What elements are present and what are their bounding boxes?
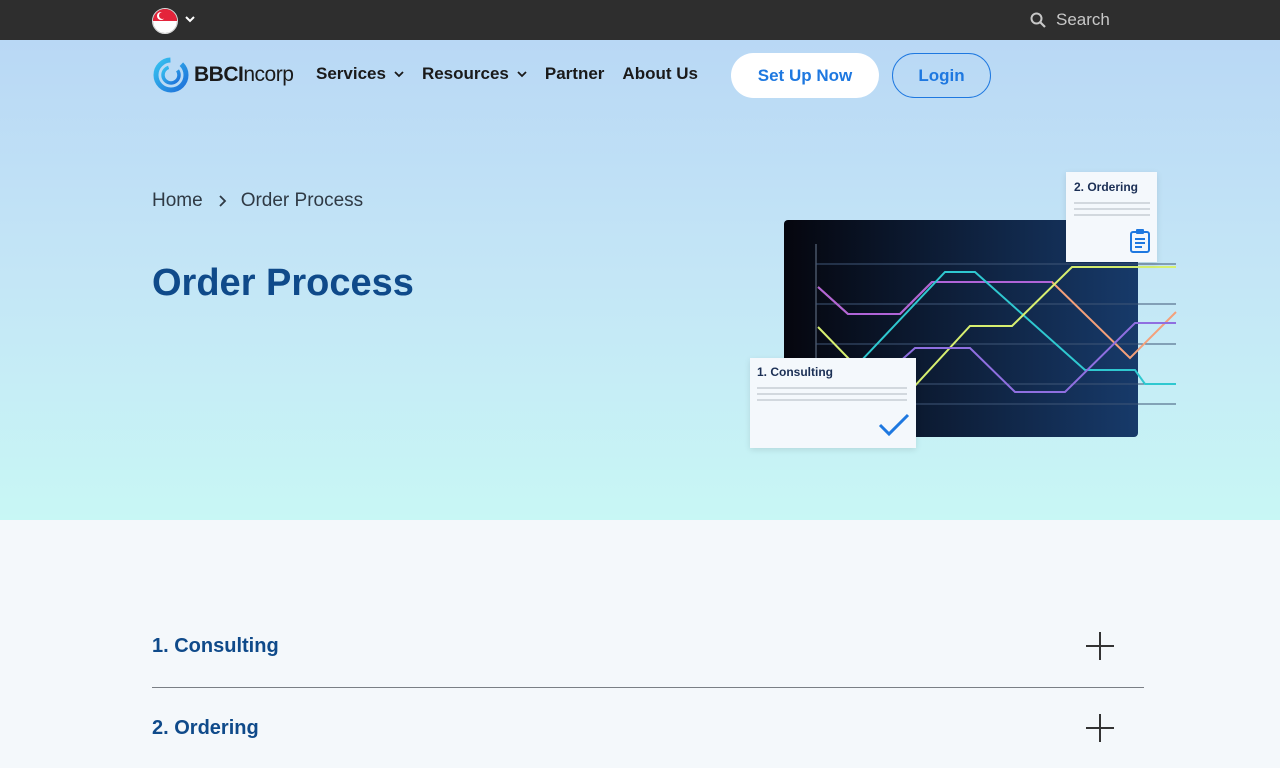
clipboard-icon: [1130, 229, 1150, 253]
accordion-item-consulting[interactable]: 1. Consulting: [152, 616, 1144, 676]
breadcrumb: Home Order Process: [152, 190, 363, 212]
chevron-down-icon: [517, 71, 527, 78]
plus-icon[interactable]: [1086, 632, 1114, 660]
search-button[interactable]: Search: [1030, 9, 1110, 31]
logo-text: BBCIncorp: [194, 63, 294, 86]
singapore-flag-icon[interactable]: [152, 8, 178, 34]
login-button[interactable]: Login: [892, 53, 991, 98]
accordion-item-ordering[interactable]: 2. Ordering: [152, 698, 1144, 758]
chevron-down-icon[interactable]: [184, 12, 196, 26]
breadcrumb-home[interactable]: Home: [152, 190, 203, 212]
breadcrumb-current: Order Process: [240, 190, 364, 211]
logo-mark-icon: [153, 57, 189, 93]
plus-icon[interactable]: [1086, 714, 1114, 742]
nav-resources[interactable]: Resources: [422, 64, 527, 84]
nav-about-us[interactable]: About Us: [622, 64, 698, 84]
hero-illustration: 2. Ordering 1. Consulting: [750, 172, 1180, 452]
accordion-title: 1. Consulting: [152, 634, 279, 657]
top-bar: Search: [0, 0, 1280, 40]
checkmark-icon: [878, 413, 910, 437]
chevron-down-icon: [394, 71, 404, 78]
ordering-card: 2. Ordering: [1066, 172, 1157, 262]
consulting-card: 1. Consulting: [750, 358, 916, 448]
nav-partner[interactable]: Partner: [545, 64, 605, 84]
chevron-right-icon: [219, 195, 226, 207]
accordion-title: 2. Ordering: [152, 716, 259, 739]
set-up-now-button[interactable]: Set Up Now: [731, 53, 879, 98]
brand-logo[interactable]: BBCIncorp: [152, 56, 294, 94]
search-label: Search: [1056, 10, 1110, 29]
main-nav: Services Resources Partner About Us: [316, 64, 698, 84]
consulting-card-title: 1. Consulting: [757, 365, 833, 379]
divider: [152, 687, 1144, 688]
search-icon: [1030, 12, 1046, 28]
ordering-card-title: 2. Ordering: [1074, 180, 1139, 194]
nav-services[interactable]: Services: [316, 64, 404, 84]
page-title: Order Process: [152, 262, 414, 304]
